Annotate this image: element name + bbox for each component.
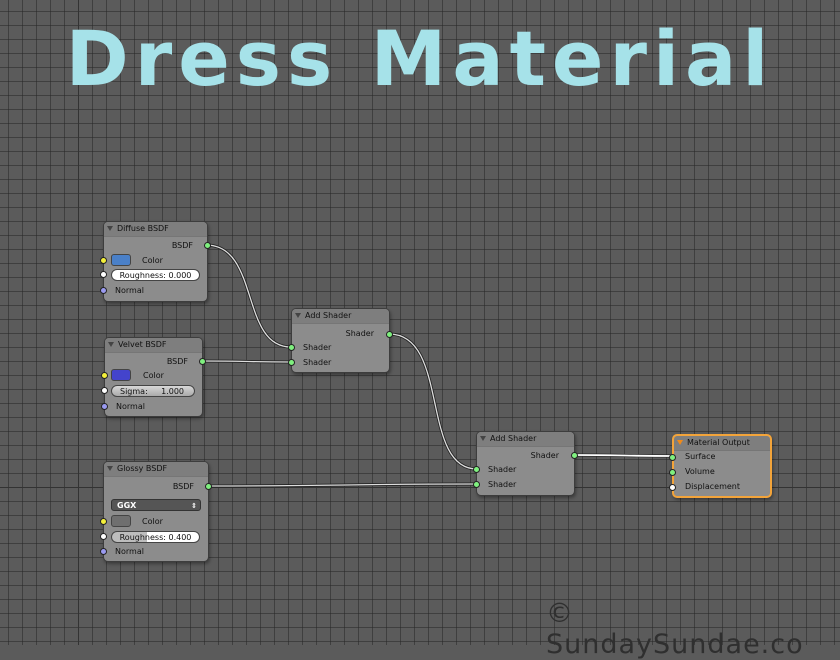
node-title: Add Shader [490, 434, 537, 443]
roughness-input-socket[interactable] [100, 533, 107, 540]
volume-label: Volume [685, 467, 715, 476]
node-title: Velvet BSDF [118, 340, 167, 349]
updown-arrows-icon: ⇕ [191, 502, 197, 510]
displacement-input-socket[interactable] [669, 484, 676, 491]
shader-output-socket[interactable] [386, 331, 393, 338]
output-label: BSDF [166, 357, 188, 366]
node-header[interactable]: Velvet BSDF [105, 338, 202, 353]
shader-output-socket[interactable] [571, 452, 578, 459]
diffuse-bsdf-node[interactable]: Diffuse BSDF BSDF Color Roughness: 0.000… [100, 221, 211, 302]
shader-input-socket-2[interactable] [288, 359, 295, 366]
color-input-socket[interactable] [100, 518, 107, 525]
bsdf-output-socket[interactable] [204, 242, 211, 249]
bsdf-output-socket[interactable] [199, 358, 206, 365]
normal-label: Normal [115, 286, 144, 295]
output-label: Shader [345, 329, 374, 338]
material-output-node[interactable]: Material Output Surface Volume Displacem… [669, 434, 772, 498]
normal-label: Normal [115, 547, 144, 556]
add-shader-node-2[interactable]: Add Shader Shader Shader Shader [473, 431, 578, 496]
node-header[interactable]: Material Output [674, 436, 770, 451]
normal-input-socket[interactable] [101, 403, 108, 410]
collapse-icon[interactable] [108, 342, 114, 347]
collapse-icon[interactable] [107, 466, 113, 471]
distribution-value: GGX [117, 501, 137, 510]
node-header[interactable]: Add Shader [292, 309, 389, 324]
input-label-2: Shader [303, 358, 332, 367]
normal-input-socket[interactable] [100, 548, 107, 555]
link-diffuse-add1 [205, 243, 292, 349]
output-label: BSDF [172, 482, 194, 491]
bsdf-output-socket[interactable] [205, 483, 212, 490]
input-label-1: Shader [303, 343, 332, 352]
input-label-2: Shader [488, 480, 517, 489]
color-swatch[interactable] [111, 254, 131, 266]
sigma-value: 1.000 [161, 387, 184, 396]
link-add1-add2 [388, 332, 478, 471]
glossy-bsdf-node[interactable]: Glossy BSDF BSDF GGX ⇕ Color Roughness: 0… [100, 461, 212, 562]
color-input-socket[interactable] [100, 257, 107, 264]
shader-input-socket-1[interactable] [288, 344, 295, 351]
roughness-input-socket[interactable] [100, 271, 107, 278]
normal-input-socket[interactable] [100, 287, 107, 294]
input-label-1: Shader [488, 465, 517, 474]
surface-input-socket[interactable] [669, 454, 676, 461]
roughness-slider[interactable]: Roughness: 0.400 [111, 531, 200, 543]
collapse-icon[interactable] [677, 440, 683, 445]
sigma-field[interactable]: Sigma: 1.000 [111, 385, 195, 397]
collapse-icon[interactable] [107, 226, 113, 231]
color-swatch[interactable] [111, 515, 131, 527]
sigma-label: Sigma: [120, 387, 148, 396]
collapse-icon[interactable] [295, 313, 301, 318]
output-label: Shader [530, 451, 559, 460]
shader-input-socket-2[interactable] [473, 481, 480, 488]
node-title: Material Output [687, 438, 750, 447]
displacement-label: Displacement [685, 482, 740, 491]
surface-label: Surface [685, 452, 716, 461]
node-title: Glossy BSDF [117, 464, 168, 473]
node-header[interactable]: Add Shader [477, 432, 574, 447]
distribution-dropdown[interactable]: GGX ⇕ [111, 499, 201, 511]
color-label: Color [142, 256, 163, 265]
node-header[interactable]: Glossy BSDF [104, 462, 208, 477]
add-shader-node-1[interactable]: Add Shader Shader Shader Shader [288, 308, 393, 373]
shader-input-socket-1[interactable] [473, 466, 480, 473]
collapse-icon[interactable] [480, 436, 486, 441]
node-title: Diffuse BSDF [117, 224, 169, 233]
sigma-input-socket[interactable] [101, 387, 108, 394]
watermark: © SundaySundae.co [546, 598, 804, 660]
color-input-socket[interactable] [101, 372, 108, 379]
color-label: Color [143, 371, 164, 380]
roughness-field[interactable]: Roughness: 0.000 [111, 269, 200, 281]
volume-input-socket[interactable] [669, 469, 676, 476]
velvet-bsdf-node[interactable]: Velvet BSDF BSDF Color Sigma: 1.000 Norm… [101, 337, 206, 417]
node-header[interactable]: Diffuse BSDF [104, 222, 207, 237]
normal-label: Normal [116, 402, 145, 411]
output-label: BSDF [171, 241, 193, 250]
node-title: Add Shader [305, 311, 352, 320]
color-swatch[interactable] [111, 369, 131, 381]
color-label: Color [142, 517, 163, 526]
